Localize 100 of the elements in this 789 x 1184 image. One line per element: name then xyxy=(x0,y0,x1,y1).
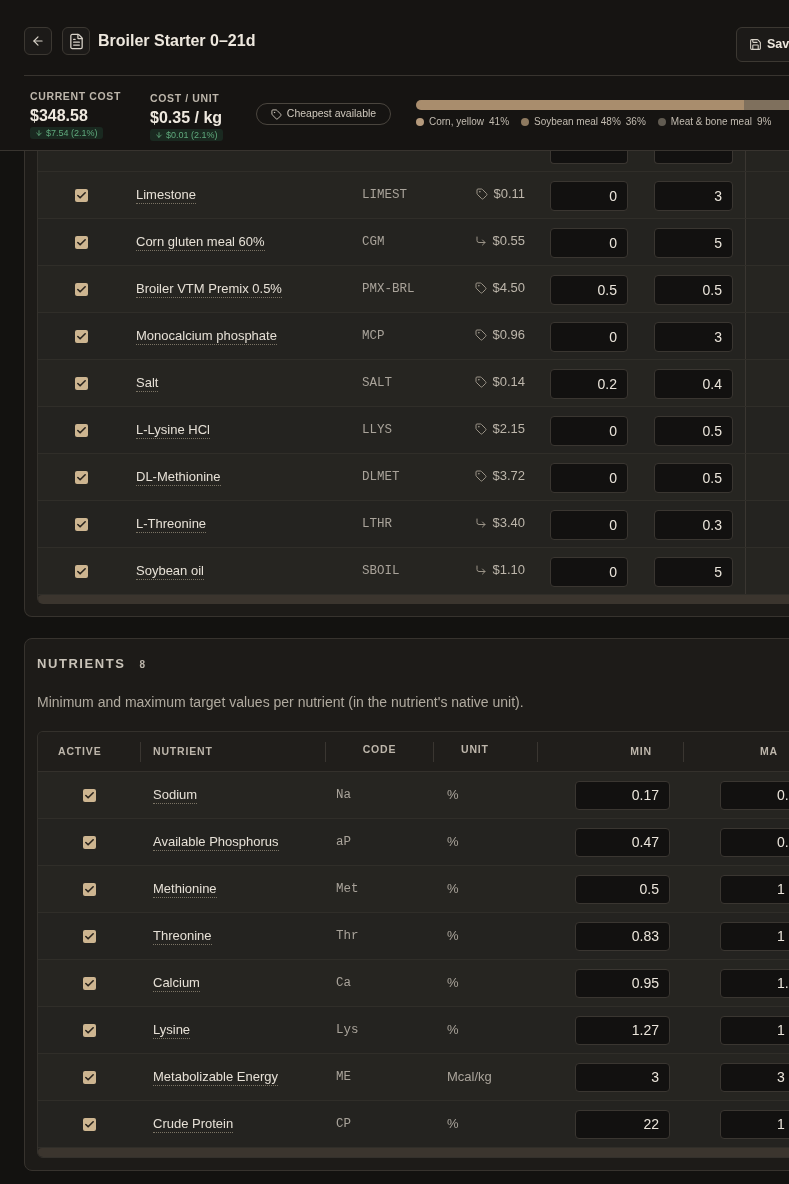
max-field[interactable]: 1 xyxy=(720,1109,789,1139)
checkbox[interactable] xyxy=(75,376,88,390)
price-text: $3.40 xyxy=(492,513,525,532)
legend-label: Corn, yellow xyxy=(429,115,485,129)
checkbox[interactable] xyxy=(83,1023,96,1037)
checkbox[interactable] xyxy=(83,976,96,990)
price-text: $1.10 xyxy=(492,560,525,579)
min-field[interactable]: 0 xyxy=(550,322,628,352)
min-field[interactable]: 0.83 xyxy=(575,921,670,951)
checkbox[interactable] xyxy=(83,1070,96,1084)
max-field[interactable]: 0.3 xyxy=(654,510,733,540)
check-icon xyxy=(76,330,87,342)
section-title: NUTRIENTS xyxy=(37,655,126,673)
check-icon xyxy=(84,1118,95,1130)
checkbox[interactable] xyxy=(83,788,96,802)
max-field[interactable]: 0.4 xyxy=(654,369,733,399)
ingredient-name: Soybean oil xyxy=(136,562,204,580)
check-icon xyxy=(84,930,95,942)
max-field[interactable]: 3 xyxy=(654,181,733,211)
min-field[interactable]: 0 xyxy=(550,228,628,258)
legend-share: 41% xyxy=(489,115,510,129)
checkbox[interactable] xyxy=(83,835,96,849)
arrow-down-icon xyxy=(35,129,43,137)
nutrient-code: aP xyxy=(336,833,351,851)
back-button[interactable] xyxy=(24,27,52,55)
min-field[interactable]: 1.27 xyxy=(575,1015,670,1045)
nutrient-name: Lysine xyxy=(153,1021,191,1039)
max-field[interactable] xyxy=(654,151,733,164)
ingredient-code: DLMET xyxy=(362,468,400,486)
checkbox[interactable] xyxy=(75,423,88,437)
nutrient-unit: % xyxy=(447,1021,459,1040)
min-field[interactable]: 0.5 xyxy=(575,874,670,904)
section-description: Minimum and maximum target values per nutrient (in the nutrient's native unit). xyxy=(37,693,525,712)
ingredient-name: Monocalcium phosphate xyxy=(136,327,277,345)
min-field[interactable]: 0.2 xyxy=(550,369,628,399)
min-field[interactable]: 0 xyxy=(550,557,628,587)
max-field[interactable]: 1 xyxy=(720,1015,789,1045)
nutrient-code: Thr xyxy=(336,927,359,945)
min-field[interactable]: 0.17 xyxy=(575,780,670,810)
ingredient-name: Limestone xyxy=(136,186,196,204)
max-field[interactable]: 3 xyxy=(720,1062,789,1092)
min-field[interactable]: 0 xyxy=(550,510,628,540)
page-title: Broiler Starter 0–21d xyxy=(98,31,256,51)
max-field[interactable]: 1 xyxy=(720,921,789,951)
column-header: MIN xyxy=(630,743,652,759)
min-field[interactable]: 22 xyxy=(575,1109,670,1139)
document-button[interactable] xyxy=(62,27,90,55)
nutrient-name: Crude Protein xyxy=(153,1115,234,1133)
nutrient-unit: % xyxy=(447,974,459,993)
ingredient-code: SBOIL xyxy=(362,562,400,580)
checkbox[interactable] xyxy=(83,929,96,943)
stat-label: COST / UNIT xyxy=(150,91,220,105)
checkbox[interactable] xyxy=(75,235,88,249)
ingredient-name: L-Threonine xyxy=(136,515,207,533)
checkbox[interactable] xyxy=(75,470,88,484)
ingredient-code: LLYS xyxy=(362,421,392,439)
ingredient-name: L-Lysine HCl xyxy=(136,421,210,439)
column-header: NUTRIENT xyxy=(153,743,213,759)
tag-icon xyxy=(270,108,282,120)
min-field[interactable]: 0 xyxy=(550,181,628,211)
checkbox[interactable] xyxy=(75,188,88,202)
checkbox[interactable] xyxy=(75,329,88,343)
min-field[interactable]: 0 xyxy=(550,416,628,446)
checkbox[interactable] xyxy=(83,1117,96,1131)
change-text: $7.54 (2.1%) xyxy=(46,127,98,139)
checkbox[interactable] xyxy=(83,882,96,896)
check-icon xyxy=(76,471,87,483)
nutrient-code: CP xyxy=(336,1115,351,1133)
min-field[interactable] xyxy=(550,151,628,164)
save-button[interactable]: Sav xyxy=(736,27,789,62)
max-field[interactable]: 0. xyxy=(720,780,789,810)
nutrient-unit: % xyxy=(447,1115,459,1134)
column-header: UNIT xyxy=(461,741,489,757)
max-field[interactable]: 3 xyxy=(654,322,733,352)
max-field[interactable]: 5 xyxy=(654,228,733,258)
legend-label: Soybean meal 48% xyxy=(534,115,621,129)
check-icon xyxy=(76,236,87,248)
checkbox[interactable] xyxy=(75,517,88,531)
max-field[interactable]: 0.5 xyxy=(654,463,733,493)
checkbox[interactable] xyxy=(75,564,88,578)
scrollbar[interactable] xyxy=(38,1148,789,1157)
scrollbar[interactable] xyxy=(38,595,789,604)
max-field[interactable]: 0.5 xyxy=(654,416,733,446)
max-field[interactable]: 0.5 xyxy=(654,275,733,305)
price-text: $4.50 xyxy=(492,278,525,297)
nutrient-code: ME xyxy=(336,1068,351,1086)
max-field[interactable]: 1 xyxy=(720,874,789,904)
max-field[interactable]: 1. xyxy=(720,968,789,998)
max-field[interactable]: 0. xyxy=(720,827,789,857)
nutrient-name: Metabolizable Energy xyxy=(153,1068,279,1086)
min-field[interactable]: 0.95 xyxy=(575,968,670,998)
nutrient-name: Calcium xyxy=(153,974,200,992)
min-field[interactable]: 0.5 xyxy=(550,275,628,305)
nutrient-unit: % xyxy=(447,786,459,805)
checkbox[interactable] xyxy=(75,282,88,296)
min-field[interactable]: 3 xyxy=(575,1062,670,1092)
min-field[interactable]: 0 xyxy=(550,463,628,493)
stat-value: $348.58 xyxy=(30,106,88,126)
max-field[interactable]: 5 xyxy=(654,557,733,587)
min-field[interactable]: 0.47 xyxy=(575,827,670,857)
